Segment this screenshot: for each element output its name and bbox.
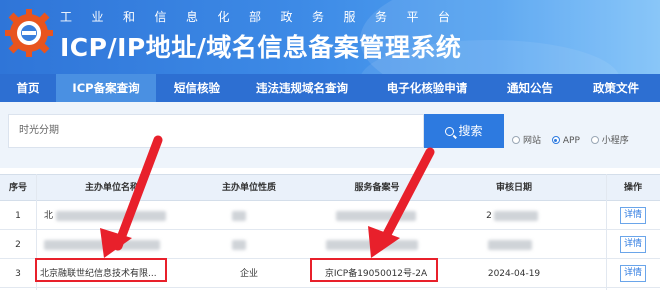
annotation-arrows [100,135,435,258]
arrow-right-icon [368,147,435,258]
arrow-left-icon [100,135,163,258]
